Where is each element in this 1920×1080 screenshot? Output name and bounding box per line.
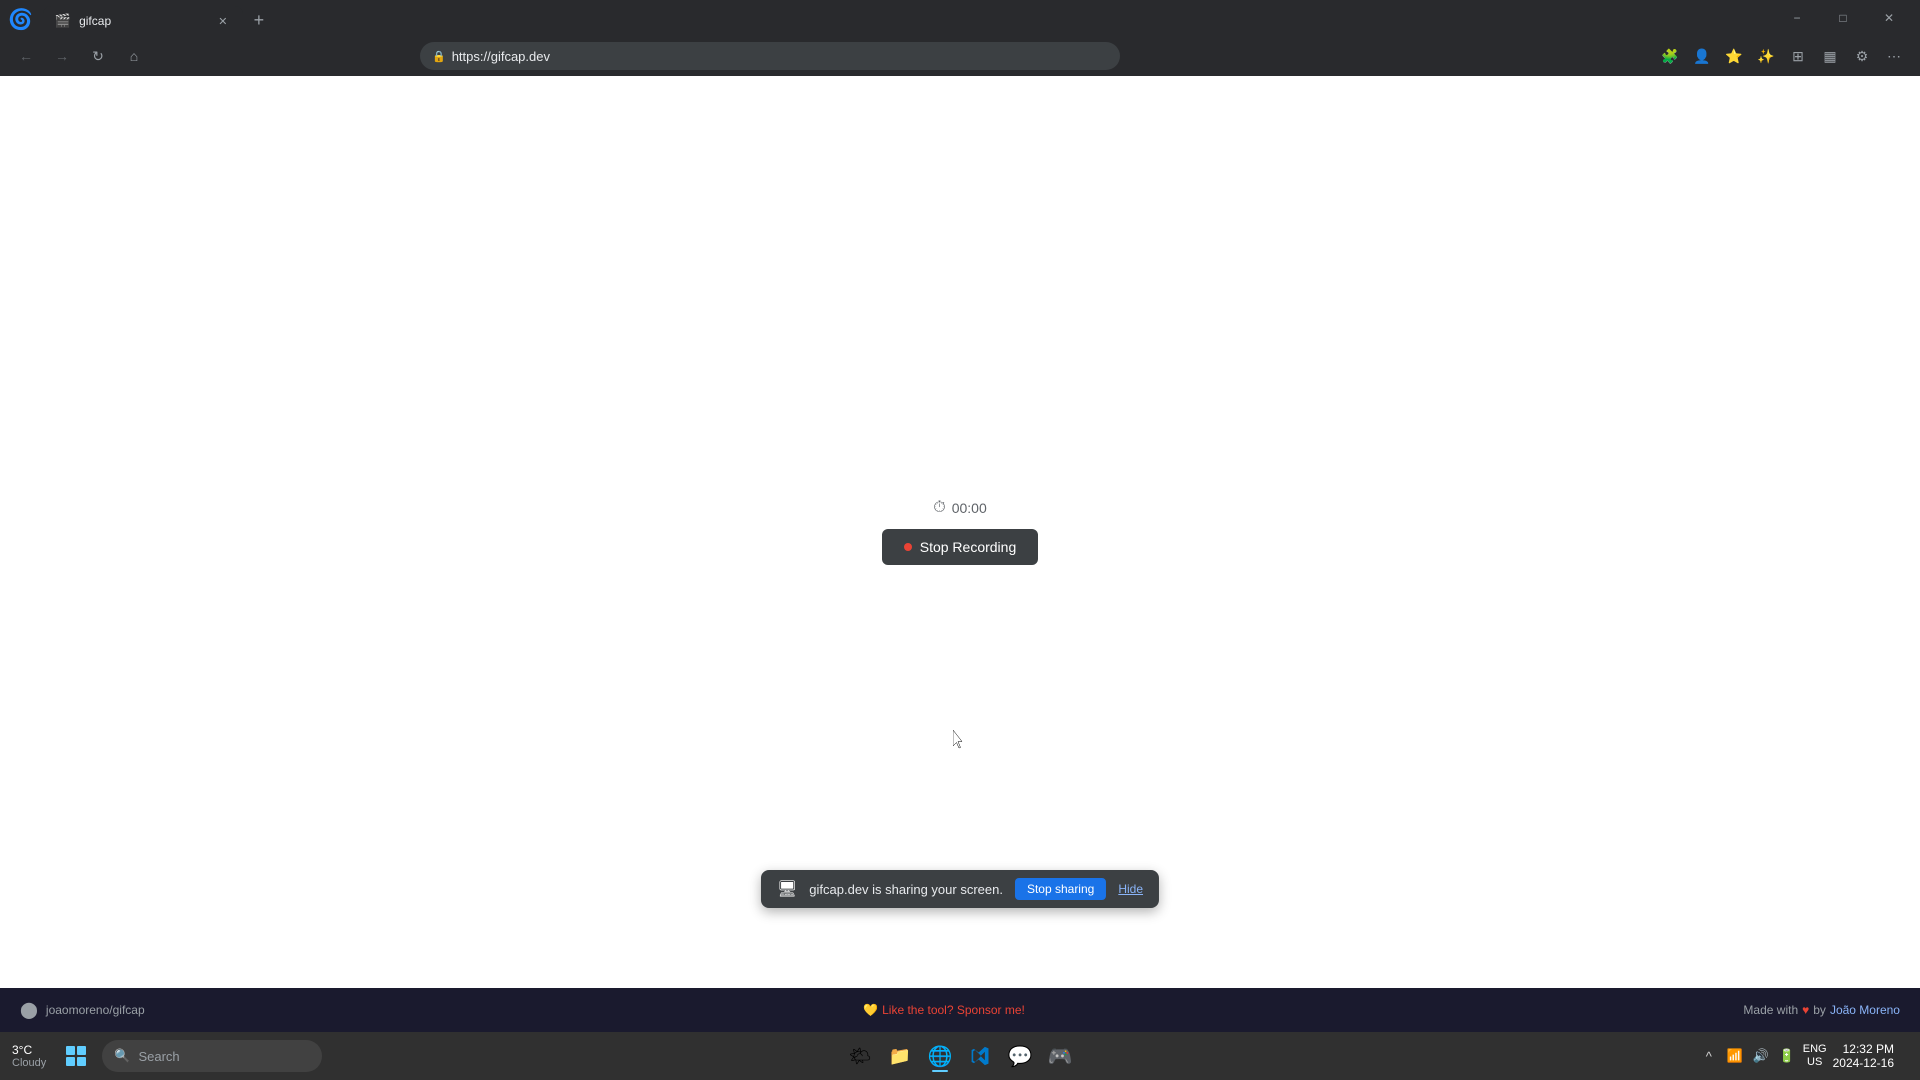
settings-button[interactable]: ⚙ xyxy=(1848,42,1876,70)
tab-favicon: 🎬 xyxy=(55,13,71,29)
site-footer: ⬤ joaomoreno/gifcap 💛 Like the tool? Spo… xyxy=(0,988,1920,1032)
hide-button[interactable]: Hide xyxy=(1118,882,1143,896)
browser-logo: 🌀 xyxy=(8,7,33,32)
weather-temp: 3°C xyxy=(12,1043,32,1057)
sharing-bar: 🖥 gifcap.dev is sharing your screen. Sto… xyxy=(761,870,1159,908)
sponsor-link[interactable]: Like the tool? Sponsor me! xyxy=(882,1003,1025,1017)
url-bar[interactable]: 🔒 https://gifcap.dev xyxy=(420,42,1120,70)
heart-emoji: 💛 xyxy=(863,1003,878,1017)
start-button[interactable] xyxy=(58,1038,94,1074)
search-bar-placeholder: Search xyxy=(138,1049,179,1064)
maximize-button[interactable]: □ xyxy=(1820,4,1866,32)
clock-date: 2024-12-16 xyxy=(1833,1056,1894,1070)
by-text: by xyxy=(1813,1003,1826,1017)
stop-sharing-button[interactable]: Stop sharing xyxy=(1015,878,1106,900)
address-bar: ← → ↻ ⌂ 🔒 https://gifcap.dev 🧩 👤 ⭐ ✨ ⊞ ▦… xyxy=(0,36,1920,76)
forward-button[interactable]: → xyxy=(48,42,76,70)
show-desktop-button[interactable] xyxy=(1900,1038,1908,1074)
weather-widget[interactable]: 3°C Cloudy xyxy=(12,1043,46,1069)
footer-right: Made with ♥ by João Moreno xyxy=(1743,1003,1900,1017)
made-with-text: Made with xyxy=(1743,1003,1798,1017)
clock-time: 12:32 PM xyxy=(1843,1042,1894,1056)
weather-description: Cloudy xyxy=(12,1057,46,1069)
sharing-message: gifcap.dev is sharing your screen. xyxy=(809,882,1003,897)
collections-button[interactable]: ⊞ xyxy=(1784,42,1812,70)
ime-region: US xyxy=(1803,1056,1827,1069)
new-tab-button[interactable]: + xyxy=(245,6,273,34)
taskbar: 3°C Cloudy 🔍 Search 🌤 📁 🌐 💬 🎮 xyxy=(0,1032,1920,1080)
footer-center: 💛 Like the tool? Sponsor me! xyxy=(863,1003,1025,1017)
browser-window: 🌀 🎬 gifcap ✕ + − □ ✕ ← → ↻ ⌂ 🔒 https://g… xyxy=(0,0,1920,1080)
tab-title: gifcap xyxy=(79,14,207,28)
sidebar-button[interactable]: ▦ xyxy=(1816,42,1844,70)
sharing-screen-icon: 🖥 xyxy=(777,879,797,899)
timer-display: ⏱ 00:00 xyxy=(933,499,987,517)
profile-button[interactable]: 👤 xyxy=(1688,42,1716,70)
tab-bar: 🌀 🎬 gifcap ✕ + − □ ✕ xyxy=(0,0,1920,36)
minimize-button[interactable]: − xyxy=(1774,4,1820,32)
recording-dot-icon xyxy=(904,543,912,551)
tray-battery-icon[interactable]: 🔋 xyxy=(1777,1046,1797,1066)
ime-lang: ENG xyxy=(1803,1043,1827,1056)
search-bar-icon: 🔍 xyxy=(114,1048,130,1064)
taskbar-app-edge[interactable]: 🌐 xyxy=(922,1038,958,1074)
taskbar-app-xbox[interactable]: 🎮 xyxy=(1042,1038,1078,1074)
page-content: ⏱ 00:00 Stop Recording 🖥 gifcap.dev is s… xyxy=(0,76,1920,988)
taskbar-app-vscode[interactable] xyxy=(962,1038,998,1074)
taskbar-app-files[interactable]: 📁 xyxy=(882,1038,918,1074)
active-tab[interactable]: 🎬 gifcap ✕ xyxy=(43,6,243,36)
more-button[interactable]: ⋯ xyxy=(1880,42,1908,70)
windows-logo xyxy=(66,1046,86,1066)
ime-indicator[interactable]: ENG US xyxy=(1803,1043,1827,1069)
taskbar-right: ^ 📶 🔊 🔋 ENG US 12:32 PM 2024-12-16 xyxy=(1699,1038,1908,1074)
toolbar-right: 🧩 👤 ⭐ ✨ ⊞ ▦ ⚙ ⋯ xyxy=(1656,42,1908,70)
author-link[interactable]: João Moreno xyxy=(1830,1003,1900,1017)
back-button[interactable]: ← xyxy=(12,42,40,70)
favorites-button[interactable]: ⭐ xyxy=(1720,42,1748,70)
github-icon: ⬤ xyxy=(20,1000,38,1020)
github-link[interactable]: joaomoreno/gifcap xyxy=(46,1003,145,1017)
extensions-button[interactable]: 🧩 xyxy=(1656,42,1684,70)
tab-close-icon[interactable]: ✕ xyxy=(215,13,231,29)
home-button[interactable]: ⌂ xyxy=(120,42,148,70)
timer-value: 00:00 xyxy=(952,500,987,516)
close-button[interactable]: ✕ xyxy=(1866,4,1912,32)
clock-widget[interactable]: 12:32 PM 2024-12-16 xyxy=(1833,1042,1894,1070)
browser-icon-area: 🌀 xyxy=(8,7,33,32)
taskbar-app-widgets[interactable]: 🌤 xyxy=(842,1038,878,1074)
footer-left: ⬤ joaomoreno/gifcap xyxy=(20,1000,145,1020)
url-text: https://gifcap.dev xyxy=(452,49,550,64)
clock-icon: ⏱ xyxy=(933,499,945,517)
stop-recording-button[interactable]: Stop Recording xyxy=(882,529,1039,565)
copilot-button[interactable]: ✨ xyxy=(1752,42,1780,70)
heart-icon: ♥ xyxy=(1802,1003,1809,1017)
window-controls: − □ ✕ xyxy=(1774,4,1912,32)
tray-expand-button[interactable]: ^ xyxy=(1699,1046,1719,1066)
search-bar[interactable]: 🔍 Search xyxy=(102,1040,322,1072)
taskbar-app-discord[interactable]: 💬 xyxy=(1002,1038,1038,1074)
refresh-button[interactable]: ↻ xyxy=(84,42,112,70)
taskbar-center: 🌤 📁 🌐 💬 🎮 xyxy=(842,1038,1078,1074)
tray-volume-icon[interactable]: 🔊 xyxy=(1751,1046,1771,1066)
stop-recording-label: Stop Recording xyxy=(920,539,1017,555)
tray-network-icon[interactable]: 📶 xyxy=(1725,1046,1745,1066)
ssl-lock-icon: 🔒 xyxy=(432,50,446,63)
